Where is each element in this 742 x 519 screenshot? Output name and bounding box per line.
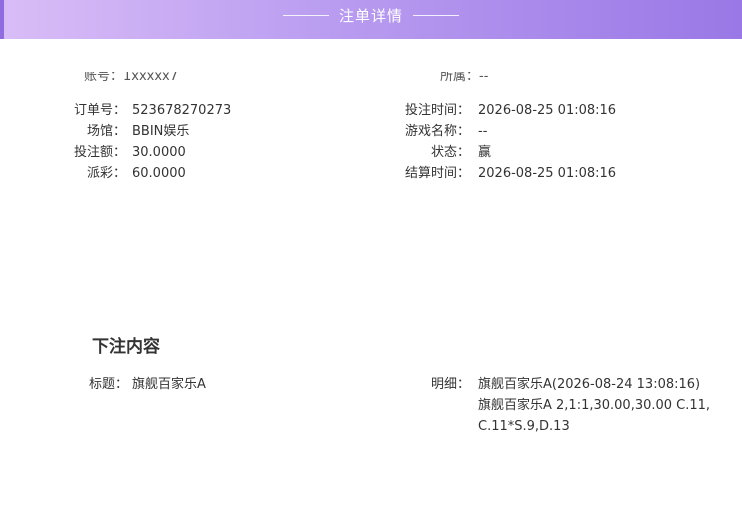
field-bet-detail: 明细： 旗舰百家乐A(2026-08-24 13:08:16) 旗舰百家乐A 2… bbox=[0, 376, 742, 442]
status-badge: 赢 bbox=[478, 145, 492, 160]
field-label: 结算时间： bbox=[404, 166, 470, 181]
cutoff-left-label: 账号： bbox=[84, 72, 124, 84]
cutoff-left-value: 1xxxxx7 bbox=[123, 72, 179, 84]
header-right-divider bbox=[413, 14, 459, 16]
field-label: 投注时间： bbox=[404, 103, 470, 118]
cutoff-right-label: 所属： bbox=[440, 72, 480, 84]
detail-line: C.11*S.9,D.13 bbox=[478, 419, 570, 434]
header-title-group: 注单详情 bbox=[0, 0, 742, 30]
field-game-name: 游戏名称： -- bbox=[0, 123, 742, 141]
field-bet-time: 投注时间： 2026-08-25 01:08:16 bbox=[0, 102, 742, 120]
field-label: 游戏名称： bbox=[404, 124, 470, 139]
bet-detail-text: 旗舰百家乐A(2026-08-24 13:08:16) 旗舰百家乐A 2,1:1… bbox=[478, 374, 710, 437]
cutoff-left-field: 账号：1xxxxx7 bbox=[84, 72, 204, 88]
field-status: 状态： 赢 bbox=[0, 144, 742, 162]
cutoff-right-value: -- bbox=[479, 72, 489, 84]
detail-line: 旗舰百家乐A(2026-08-24 13:08:16) bbox=[478, 377, 701, 392]
field-value: 2026-08-25 01:08:16 bbox=[478, 166, 617, 181]
field-label: 状态： bbox=[430, 145, 470, 160]
field-value: 2026-08-25 01:08:16 bbox=[478, 103, 617, 118]
detail-line: 旗舰百家乐A 2,1:1,30.00,30.00 C.11, bbox=[478, 398, 711, 413]
header-left-divider bbox=[282, 14, 329, 16]
cutoff-right-field: 所属：-- bbox=[440, 72, 530, 88]
field-label: 明细： bbox=[430, 377, 470, 392]
section-title-bet-content: 下注内容 bbox=[92, 337, 160, 357]
page-header: 注单详情 bbox=[0, 0, 742, 39]
page-title: 注单详情 bbox=[338, 6, 403, 25]
field-value: -- bbox=[478, 124, 488, 139]
field-settle-time: 结算时间： 2026-08-25 01:08:16 bbox=[0, 165, 742, 183]
